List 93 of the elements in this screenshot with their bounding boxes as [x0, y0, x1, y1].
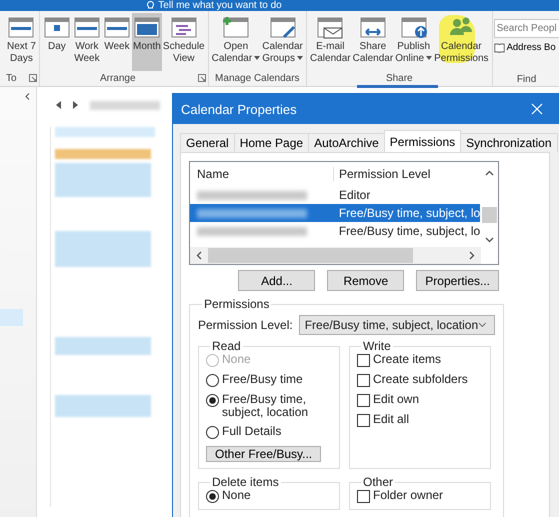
radio-button[interactable] — [206, 490, 219, 503]
tab[interactable]: General — [180, 133, 235, 152]
scroll-left-icon[interactable] — [196, 251, 202, 260]
calendar-icon — [102, 15, 131, 39]
option-label: Edit own — [373, 393, 420, 406]
permission-row[interactable]: Free/Busy time, subject, lo — [190, 222, 480, 240]
group-label: Share — [386, 72, 413, 84]
checkbox[interactable] — [357, 354, 370, 367]
scroll-right-icon[interactable] — [469, 251, 475, 260]
address-book-button[interactable]: Address Bo — [494, 42, 559, 53]
calendar-icon — [72, 15, 101, 39]
ribbon-button[interactable]: Publish Online — [394, 13, 434, 71]
group-label: Write — [362, 339, 392, 353]
calendar-icon — [358, 15, 387, 39]
option-label: None — [222, 353, 251, 366]
ribbon-button[interactable]: Work Week — [72, 13, 102, 71]
option-label: Free/Busy time — [222, 373, 303, 386]
permission-level: Free/Busy time, subject, lo — [338, 206, 480, 220]
group-label: Delete items — [211, 475, 280, 489]
checkbox[interactable] — [357, 374, 370, 387]
option-label: Free/Busy time, subject, location — [222, 393, 310, 419]
checkbox[interactable] — [357, 414, 370, 427]
column-header[interactable]: Name — [190, 167, 333, 181]
dialog-button[interactable]: Properties... — [416, 270, 499, 291]
scroll-thumb[interactable] — [208, 248, 413, 263]
permission-row[interactable]: Free/Busy time, subject, lo — [190, 204, 480, 222]
caret-icon — [297, 56, 303, 60]
calendar-icon — [42, 15, 71, 39]
calendar-icon — [400, 15, 428, 39]
ribbon-button[interactable]: Open Calendar — [210, 13, 262, 71]
permission-level-dropdown[interactable]: Free/Busy time, subject, location — [298, 315, 495, 335]
previous-icon[interactable] — [56, 101, 61, 109]
tab[interactable]: Home Page — [234, 133, 310, 152]
calendar-icon — [132, 15, 161, 39]
option-label: Edit all — [373, 413, 410, 426]
tab[interactable]: Synchronization — [460, 133, 558, 152]
calendar-icon — [222, 15, 250, 39]
calendar-icon — [268, 15, 297, 39]
option-label: Create subfolders — [373, 373, 468, 386]
option-label: Full Details — [222, 425, 282, 438]
column-header[interactable]: Permission Level — [333, 167, 430, 181]
blurred-date-range — [90, 100, 160, 110]
option-label: None — [222, 489, 251, 502]
ribbon-button[interactable]: Schedule View — [162, 13, 206, 71]
ribbon-button[interactable]: Week — [102, 13, 132, 71]
scroll-up-icon[interactable] — [485, 170, 494, 176]
calendar-icon — [170, 15, 198, 39]
horizontal-scrollbar[interactable] — [190, 247, 481, 264]
radio-button[interactable] — [206, 374, 219, 387]
next-icon[interactable] — [73, 101, 78, 109]
group-label: Manage Calendars — [215, 72, 300, 84]
ribbon-button[interactable]: E-mail Calendar — [309, 13, 352, 71]
chevron-icon — [478, 322, 487, 328]
group-label: Arrange — [100, 72, 136, 84]
scroll-down-icon[interactable] — [485, 237, 494, 243]
group-label: Permissions — [203, 297, 270, 311]
permission-row[interactable]: Editor — [190, 186, 480, 204]
blurred-folder — [0, 309, 23, 326]
lightbulb-icon — [147, 1, 154, 10]
dialog-launcher-icon[interactable] — [28, 74, 37, 82]
dialog-launcher-icon[interactable] — [198, 74, 206, 82]
search-people-field[interactable]: Search Peopl — [494, 19, 559, 38]
radio-button[interactable] — [206, 426, 219, 439]
ribbon-button[interactable]: Share Calendar — [352, 13, 394, 71]
collapse-icon[interactable] — [25, 93, 30, 100]
permission-level: Editor — [338, 188, 370, 202]
ribbon-button[interactable]: Next 7 Days — [6, 13, 37, 71]
group-label: To — [6, 72, 17, 84]
checkbox[interactable] — [357, 490, 370, 503]
calendar-icon — [7, 15, 36, 39]
dialog-button[interactable]: Remove — [327, 270, 404, 291]
dialog-button[interactable]: Add... — [238, 270, 316, 291]
field-label: Permission Level: — [198, 318, 293, 332]
dialog-title: Calendar Properties — [181, 102, 297, 116]
tab[interactable]: Permissions — [384, 130, 462, 152]
calendar-icon — [316, 15, 344, 39]
close-icon[interactable] — [531, 103, 543, 115]
book-icon — [494, 42, 505, 52]
scroll-thumb[interactable] — [482, 206, 497, 222]
group-label: Other — [362, 475, 394, 489]
option-label: Folder owner — [373, 489, 444, 502]
option-label: Create items — [373, 353, 442, 366]
caret-icon — [254, 56, 260, 60]
checkbox[interactable] — [357, 394, 370, 407]
other-free-busy-button[interactable]: Other Free/Busy... — [206, 446, 322, 462]
group-label: Find — [516, 74, 536, 85]
ribbon-button[interactable]: Month — [132, 13, 162, 71]
ribbon-button[interactable]: Calendar Groups — [261, 13, 304, 71]
radio-button[interactable] — [206, 394, 219, 407]
caret-icon — [426, 56, 432, 60]
permission-level: Free/Busy time, subject, lo — [338, 224, 480, 238]
ribbon-button[interactable]: Day — [42, 13, 72, 71]
group-label: Read — [211, 339, 242, 353]
